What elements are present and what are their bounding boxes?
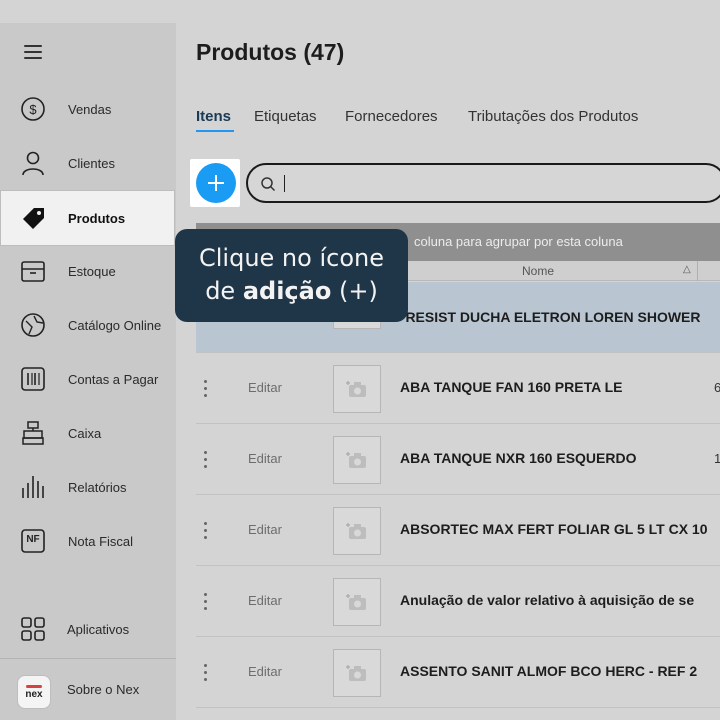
product-thumbnail xyxy=(333,578,381,626)
search-icon xyxy=(260,176,276,197)
row-menu-icon[interactable] xyxy=(204,522,208,540)
tooltip-line-1: Clique no ícone xyxy=(199,244,384,272)
product-name: *RESIST DUCHA ELETRON LOREN SHOWER xyxy=(400,309,701,325)
add-product-button[interactable] xyxy=(196,163,236,203)
sidebar-item-label: Catálogo Online xyxy=(68,317,162,333)
main-content: Produtos (47) Itens Etiquetas Fornecedor… xyxy=(176,23,720,720)
sidebar-item-label: Relatórios xyxy=(68,479,127,495)
table-row[interactable]: Editar ABA TANQUE NXR 160 ESQUERDO 1 xyxy=(196,424,720,495)
barcode-icon xyxy=(20,366,46,392)
menu-icon[interactable] xyxy=(24,45,42,59)
table-row[interactable]: Editar ABSORTEC MAX FERT FOLIAR GL 5 LT … xyxy=(196,495,720,566)
camera-add-icon xyxy=(346,452,366,468)
sidebar-divider xyxy=(0,658,176,659)
sidebar-item-nota-fiscal[interactable]: NF Nota Fiscal xyxy=(0,514,176,568)
group-by-hint: coluna para agrupar por esta coluna xyxy=(414,234,623,249)
sidebar-item-caixa[interactable]: Caixa xyxy=(0,406,176,460)
bar-chart-icon xyxy=(20,474,46,500)
sidebar-item-catalogo-online[interactable]: Catálogo Online xyxy=(0,298,176,352)
product-name: ABA TANQUE FAN 160 PRETA LE xyxy=(400,379,623,395)
tab-active-underline xyxy=(196,130,234,132)
sidebar-item-label: Aplicativos xyxy=(67,621,130,637)
camera-add-icon xyxy=(346,665,366,681)
top-frame xyxy=(0,0,720,23)
row-menu-icon[interactable] xyxy=(204,593,208,611)
edit-link[interactable]: Editar xyxy=(248,593,282,608)
column-separator[interactable] xyxy=(697,261,698,281)
add-button-highlight xyxy=(190,159,240,207)
row-menu-icon[interactable] xyxy=(204,664,208,682)
product-thumbnail xyxy=(333,507,381,555)
edit-link[interactable]: Editar xyxy=(248,451,282,466)
sidebar-item-label: Sobre o Nex xyxy=(67,681,140,697)
sidebar-item-label: Contas a Pagar xyxy=(68,371,159,387)
tab-itens[interactable]: Itens xyxy=(196,108,231,125)
sidebar-item-label: Estoque xyxy=(68,263,116,279)
sidebar-item-relatorios[interactable]: Relatórios xyxy=(0,460,176,514)
tooltip-emphasis: adição xyxy=(242,277,332,305)
camera-add-icon xyxy=(346,594,366,610)
camera-add-icon xyxy=(346,523,366,539)
sidebar-item-clientes[interactable]: Clientes xyxy=(0,136,176,190)
table-row[interactable]: Editar ABA TANQUE FAN 160 PRETA LE 6 xyxy=(196,353,720,424)
tab-tributacoes[interactable]: Tributações dos Produtos xyxy=(468,108,638,125)
sidebar-item-label: Clientes xyxy=(68,155,115,171)
text-caret xyxy=(284,175,285,192)
table-row[interactable]: Editar ASSENTO SANIT ALMOF BCO HERC - RE… xyxy=(196,637,720,708)
user-icon xyxy=(20,150,46,176)
sidebar-item-label: Caixa xyxy=(68,425,102,441)
table-row[interactable]: Editar Anulação de valor relativo à aqui… xyxy=(196,566,720,637)
tutorial-tooltip: Clique no ícone de adição (+) xyxy=(175,229,408,322)
tooltip-text: (+) xyxy=(331,277,378,305)
row-menu-icon[interactable] xyxy=(204,380,208,398)
sidebar-item-sobre[interactable]: Sobre o Nex xyxy=(60,662,176,716)
sidebar: $ Vendas Clientes Produtos Estoque Catál… xyxy=(0,23,176,720)
catalog-icon xyxy=(20,312,46,338)
tooltip-text: de xyxy=(205,277,243,305)
sidebar-item-produtos[interactable]: Produtos xyxy=(1,191,174,245)
sidebar-item-label: Produtos xyxy=(68,210,126,226)
sidebar-item-estoque[interactable]: Estoque xyxy=(0,244,176,298)
column-header-nome[interactable]: Nome xyxy=(522,264,554,278)
sidebar-item-label: Vendas xyxy=(68,101,112,117)
product-thumbnail xyxy=(333,365,381,413)
tag-icon xyxy=(20,205,46,231)
sidebar-item-contas-a-pagar[interactable]: Contas a Pagar xyxy=(0,352,176,406)
product-name: ASSENTO SANIT ALMOF BCO HERC - REF 2 xyxy=(400,663,698,679)
product-name: ABSORTEC MAX FERT FOLIAR GL 5 LT CX 10 xyxy=(400,521,708,537)
row-menu-icon[interactable] xyxy=(204,451,208,469)
sidebar-item-label: Nota Fiscal xyxy=(68,533,134,549)
box-icon xyxy=(20,258,46,284)
camera-add-icon xyxy=(346,381,366,397)
sidebar-item-vendas[interactable]: $ Vendas xyxy=(0,82,176,136)
search-input[interactable] xyxy=(246,163,720,203)
edit-link[interactable]: Editar xyxy=(248,522,282,537)
product-thumbnail xyxy=(333,436,381,484)
nex-logo-text: nex xyxy=(25,688,43,700)
nf-badge-text: NF xyxy=(26,534,40,545)
product-name: ABA TANQUE NXR 160 ESQUERDO xyxy=(400,450,637,466)
product-name: Anulação de valor relativo à aquisição d… xyxy=(400,592,695,608)
edit-link[interactable]: Editar xyxy=(248,664,282,679)
sidebar-item-aplicativos[interactable]: Aplicativos xyxy=(0,602,176,656)
nf-icon: NF xyxy=(20,528,46,554)
nex-logo: nex xyxy=(17,675,51,709)
row-extra-value: 6 xyxy=(714,380,720,395)
tooltip-line-2: de adição (+) xyxy=(175,277,408,305)
product-thumbnail xyxy=(333,649,381,697)
dollar-icon: $ xyxy=(20,96,46,122)
row-extra-value: 1 xyxy=(714,451,720,466)
sort-ascending-icon[interactable]: △ xyxy=(683,264,691,275)
apps-grid-icon xyxy=(20,616,46,642)
cash-register-icon xyxy=(20,420,46,446)
edit-link[interactable]: Editar xyxy=(248,380,282,395)
page-title: Produtos (47) xyxy=(196,39,345,65)
svg-text:$: $ xyxy=(29,102,37,117)
tab-etiquetas[interactable]: Etiquetas xyxy=(254,108,317,125)
tab-fornecedores[interactable]: Fornecedores xyxy=(345,108,438,125)
